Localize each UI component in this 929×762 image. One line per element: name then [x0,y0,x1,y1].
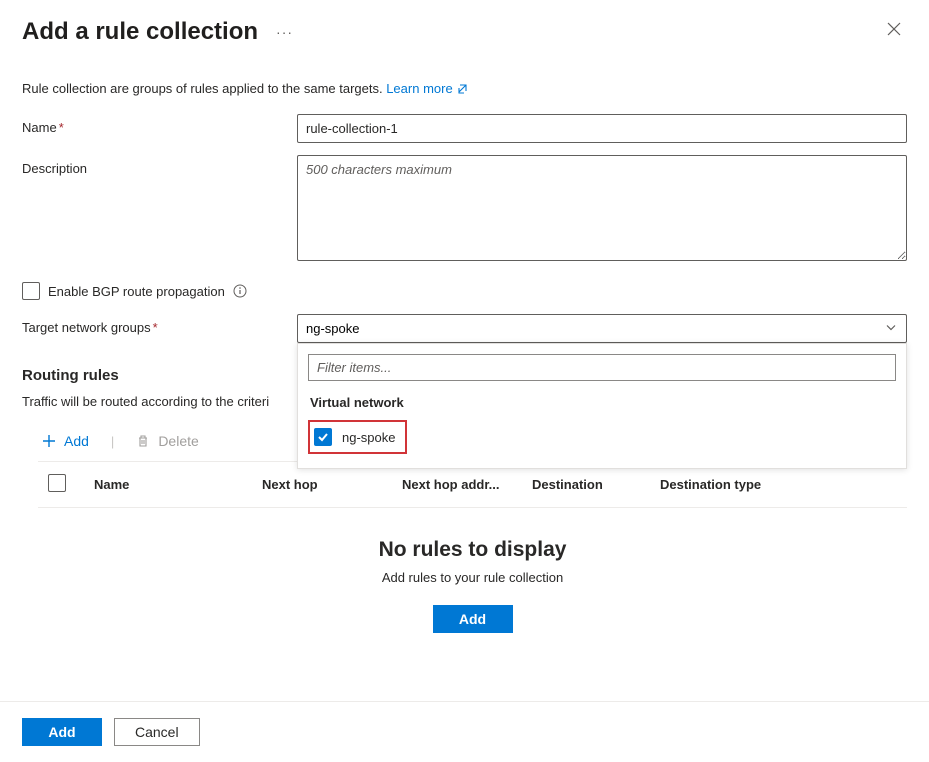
empty-state-subtitle: Add rules to your rule collection [38,570,907,585]
dropdown-item-label: ng-spoke [342,430,395,445]
toolbar-delete-button: Delete [132,429,202,453]
page-title: Add a rule collection [22,18,258,46]
dropdown-filter-input[interactable] [308,354,896,381]
column-name[interactable]: Name [94,477,262,492]
column-next-hop[interactable]: Next hop [262,477,402,492]
more-actions-button[interactable]: ··· [272,20,297,44]
intro-text: Rule collection are groups of rules appl… [22,81,907,96]
select-all-checkbox[interactable] [48,474,66,492]
toolbar-separator: | [111,434,114,449]
external-link-icon [457,83,469,95]
info-icon[interactable] [233,284,247,298]
footer-cancel-button[interactable]: Cancel [114,718,200,746]
empty-state-title: No rules to display [38,538,907,562]
description-textarea[interactable] [297,155,907,261]
column-next-hop-addr[interactable]: Next hop addr... [402,477,532,492]
bgp-checkbox[interactable] [22,282,40,300]
footer-add-button[interactable]: Add [22,718,102,746]
close-button[interactable] [881,16,907,47]
dropdown-item-ng-spoke[interactable]: ng-spoke [308,420,407,454]
target-groups-dropdown: Virtual network ng-spoke [297,343,907,469]
column-destination-type[interactable]: Destination type [660,477,840,492]
trash-icon [136,434,150,448]
name-input[interactable] [297,114,907,143]
dropdown-group-label: Virtual network [310,395,896,410]
close-icon [887,22,901,36]
dropdown-item-checkbox [314,428,332,446]
toolbar-add-button[interactable]: Add [38,429,93,453]
empty-add-button[interactable]: Add [433,605,513,633]
plus-icon [42,434,56,448]
bgp-label: Enable BGP route propagation [48,284,225,299]
check-icon [317,431,329,443]
name-label: Name* [22,114,297,135]
target-groups-label: Target network groups* [22,314,297,335]
column-destination[interactable]: Destination [532,477,660,492]
learn-more-link[interactable]: Learn more [386,81,468,96]
description-label: Description [22,155,297,176]
target-groups-select[interactable]: ng-spoke [297,314,907,343]
